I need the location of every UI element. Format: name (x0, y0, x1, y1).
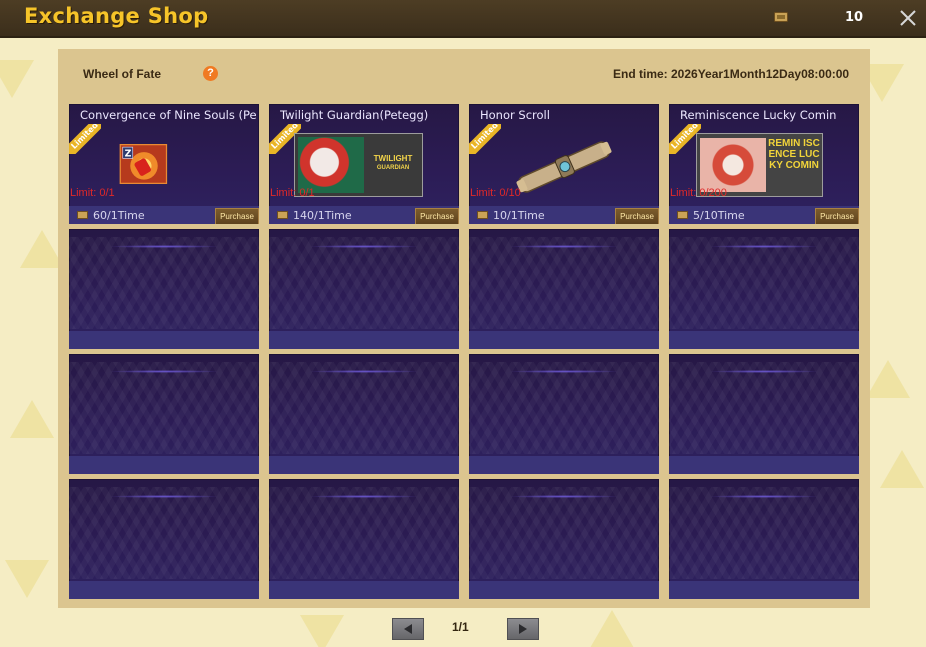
ticket-icon (774, 12, 788, 22)
next-page-button[interactable] (507, 618, 539, 640)
shop-window: Exchange Shop 10 Wheel of Fate ? End tim… (0, 0, 926, 647)
scroll-icon (516, 141, 612, 193)
bg-triangle (5, 560, 49, 598)
svg-text:Z: Z (125, 149, 132, 160)
empty-slot (269, 479, 459, 599)
card-title: TWILIGHT (373, 154, 413, 163)
help-icon[interactable]: ? (203, 66, 218, 81)
purchase-button[interactable]: Purchase (415, 208, 459, 224)
empty-slot (669, 354, 859, 474)
limit-text: Limit: 0/200 (670, 187, 727, 199)
empty-slot (269, 229, 459, 349)
title-bar: Exchange Shop 10 (0, 0, 926, 38)
ribbon-label: Limited (469, 124, 500, 151)
pagination: 1/1 (392, 618, 539, 640)
empty-slot (469, 479, 659, 599)
item-name: Honor Scroll (480, 108, 550, 122)
limit-text: Limit: 0/10 (470, 187, 521, 199)
close-icon[interactable] (898, 8, 918, 28)
price-text: 5/10Time (693, 209, 745, 222)
price-bar: 140/1Time Purchase (269, 206, 459, 224)
price-text: 10/1Time (493, 209, 545, 222)
limit-text: Limit: 0/1 (270, 187, 315, 199)
nine-souls-icon: Z (119, 144, 168, 184)
pet-art (298, 137, 364, 193)
price-text: 140/1Time (293, 209, 352, 222)
empty-slot (469, 354, 659, 474)
item-name: Reminiscence Lucky Comin (680, 108, 837, 122)
shop-item[interactable]: Honor Scroll Limited Limit: 0/10 10/1Tim… (469, 104, 659, 224)
end-time: End time: 2026Year1Month12Day08:00:00 (613, 67, 850, 81)
event-name: Wheel of Fate (83, 67, 162, 81)
bg-triangle (0, 60, 34, 98)
card-title: REMIN ISCENCE LUCKY COMIN (768, 138, 820, 171)
bg-triangle (10, 400, 54, 438)
ticket-icon (477, 211, 488, 219)
purchase-button[interactable]: Purchase (815, 208, 859, 224)
bg-triangle (880, 450, 924, 488)
price-bar: 60/1Time Purchase (69, 206, 259, 224)
currency-count: 10 (845, 10, 864, 25)
purchase-button[interactable]: Purchase (615, 208, 659, 224)
price-bar: 5/10Time Purchase (669, 206, 859, 224)
coin-art (700, 138, 766, 192)
bg-triangle (300, 615, 344, 647)
empty-slot (669, 229, 859, 349)
card-subtitle: GUARDIAN (376, 165, 410, 171)
empty-slot (469, 229, 659, 349)
shop-item[interactable]: Reminiscence Lucky Comin Limited REMIN I… (669, 104, 859, 224)
bg-triangle (590, 610, 634, 647)
empty-slot (69, 354, 259, 474)
shop-item[interactable]: Convergence of Nine Souls (Pe Limited Z … (69, 104, 259, 224)
ticket-icon (77, 211, 88, 219)
ribbon-label: Limited (69, 124, 100, 151)
purchase-button[interactable]: Purchase (215, 208, 259, 224)
item-grid: Convergence of Nine Souls (Pe Limited Z … (69, 104, 859, 599)
empty-slot (69, 229, 259, 349)
limited-ribbon: Limited (469, 124, 501, 154)
triangle-left-icon (404, 624, 412, 634)
empty-slot (69, 479, 259, 599)
empty-slot (669, 479, 859, 599)
bg-triangle (866, 360, 910, 398)
price-text: 60/1Time (93, 209, 145, 222)
price-bar: 10/1Time Purchase (469, 206, 659, 224)
empty-slot (269, 354, 459, 474)
item-name: Twilight Guardian(Petegg) (280, 108, 429, 122)
page-indicator: 1/1 (452, 620, 469, 634)
window-title: Exchange Shop (24, 4, 209, 28)
ticket-icon (677, 211, 688, 219)
limit-text: Limit: 0/1 (70, 187, 115, 199)
prev-page-button[interactable] (392, 618, 424, 640)
item-name: Convergence of Nine Souls (Pe (80, 108, 257, 122)
ticket-icon (277, 211, 288, 219)
triangle-right-icon (519, 624, 527, 634)
limited-ribbon: Limited (69, 124, 101, 154)
shop-item[interactable]: Twilight Guardian(Petegg) Limited TWILIG… (269, 104, 459, 224)
